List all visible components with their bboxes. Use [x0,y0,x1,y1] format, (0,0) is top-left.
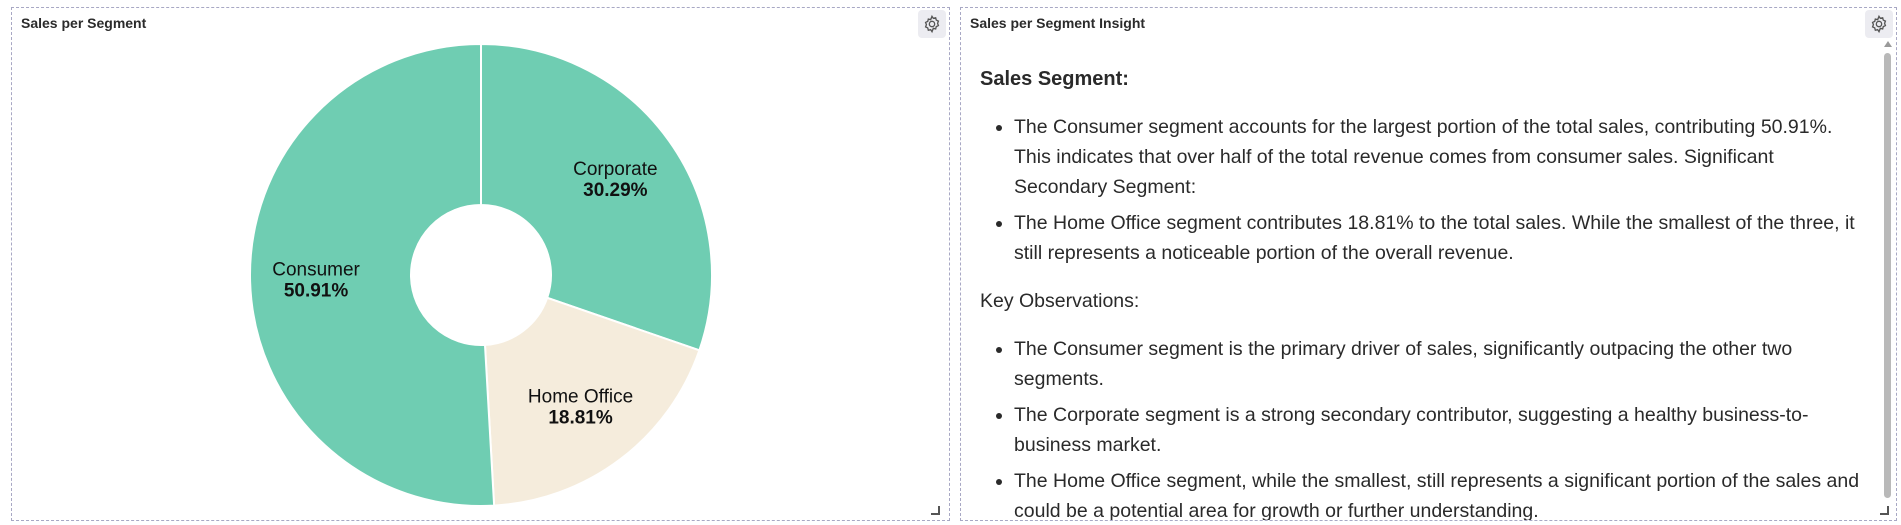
gear-icon[interactable] [1865,10,1893,38]
scroll-thumb[interactable] [1884,53,1891,498]
slice-value-label: 30.29% [583,180,648,201]
insight-list-2: The Consumer segment is the primary driv… [980,334,1868,520]
list-item: The Corporate segment is a strong second… [1014,400,1868,460]
sales-per-segment-insight-panel: Sales per Segment Insight Sales Segment:… [960,7,1897,521]
list-item: The Home Office segment contributes 18.8… [1014,208,1868,268]
sales-per-segment-panel: Sales per Segment Corporate 30.29% Home Of… [11,7,950,521]
slice-value-label: 50.91% [284,281,349,302]
slice-label: Home Office [528,387,633,408]
scrollbar[interactable] [1882,41,1894,508]
list-item: The Consumer segment accounts for the la… [1014,112,1868,202]
list-item: The Consumer segment is the primary driv… [1014,334,1868,394]
insight-heading: Sales Segment: [980,68,1129,90]
slice-label: Corporate [573,159,658,180]
donut-chart: Corporate30.29% Home Office18.81% Consumer… [249,42,713,507]
insight-subheading: Key Observations: [980,290,1140,312]
list-item: The Home Office segment, while the small… [1014,466,1868,520]
resize-handle[interactable] [1880,506,1889,515]
scroll-up-arrow-icon[interactable] [1884,41,1892,47]
resize-handle[interactable] [931,506,940,515]
insight-text: Sales Segment: The Consumer segment acco… [980,56,1868,520]
insight-list-1: The Consumer segment accounts for the la… [980,112,1868,268]
slice-value-label: 18.81% [548,408,613,429]
slice-label: Consumer [272,260,360,281]
panel-title: Sales per Segment Insight [970,15,1146,31]
